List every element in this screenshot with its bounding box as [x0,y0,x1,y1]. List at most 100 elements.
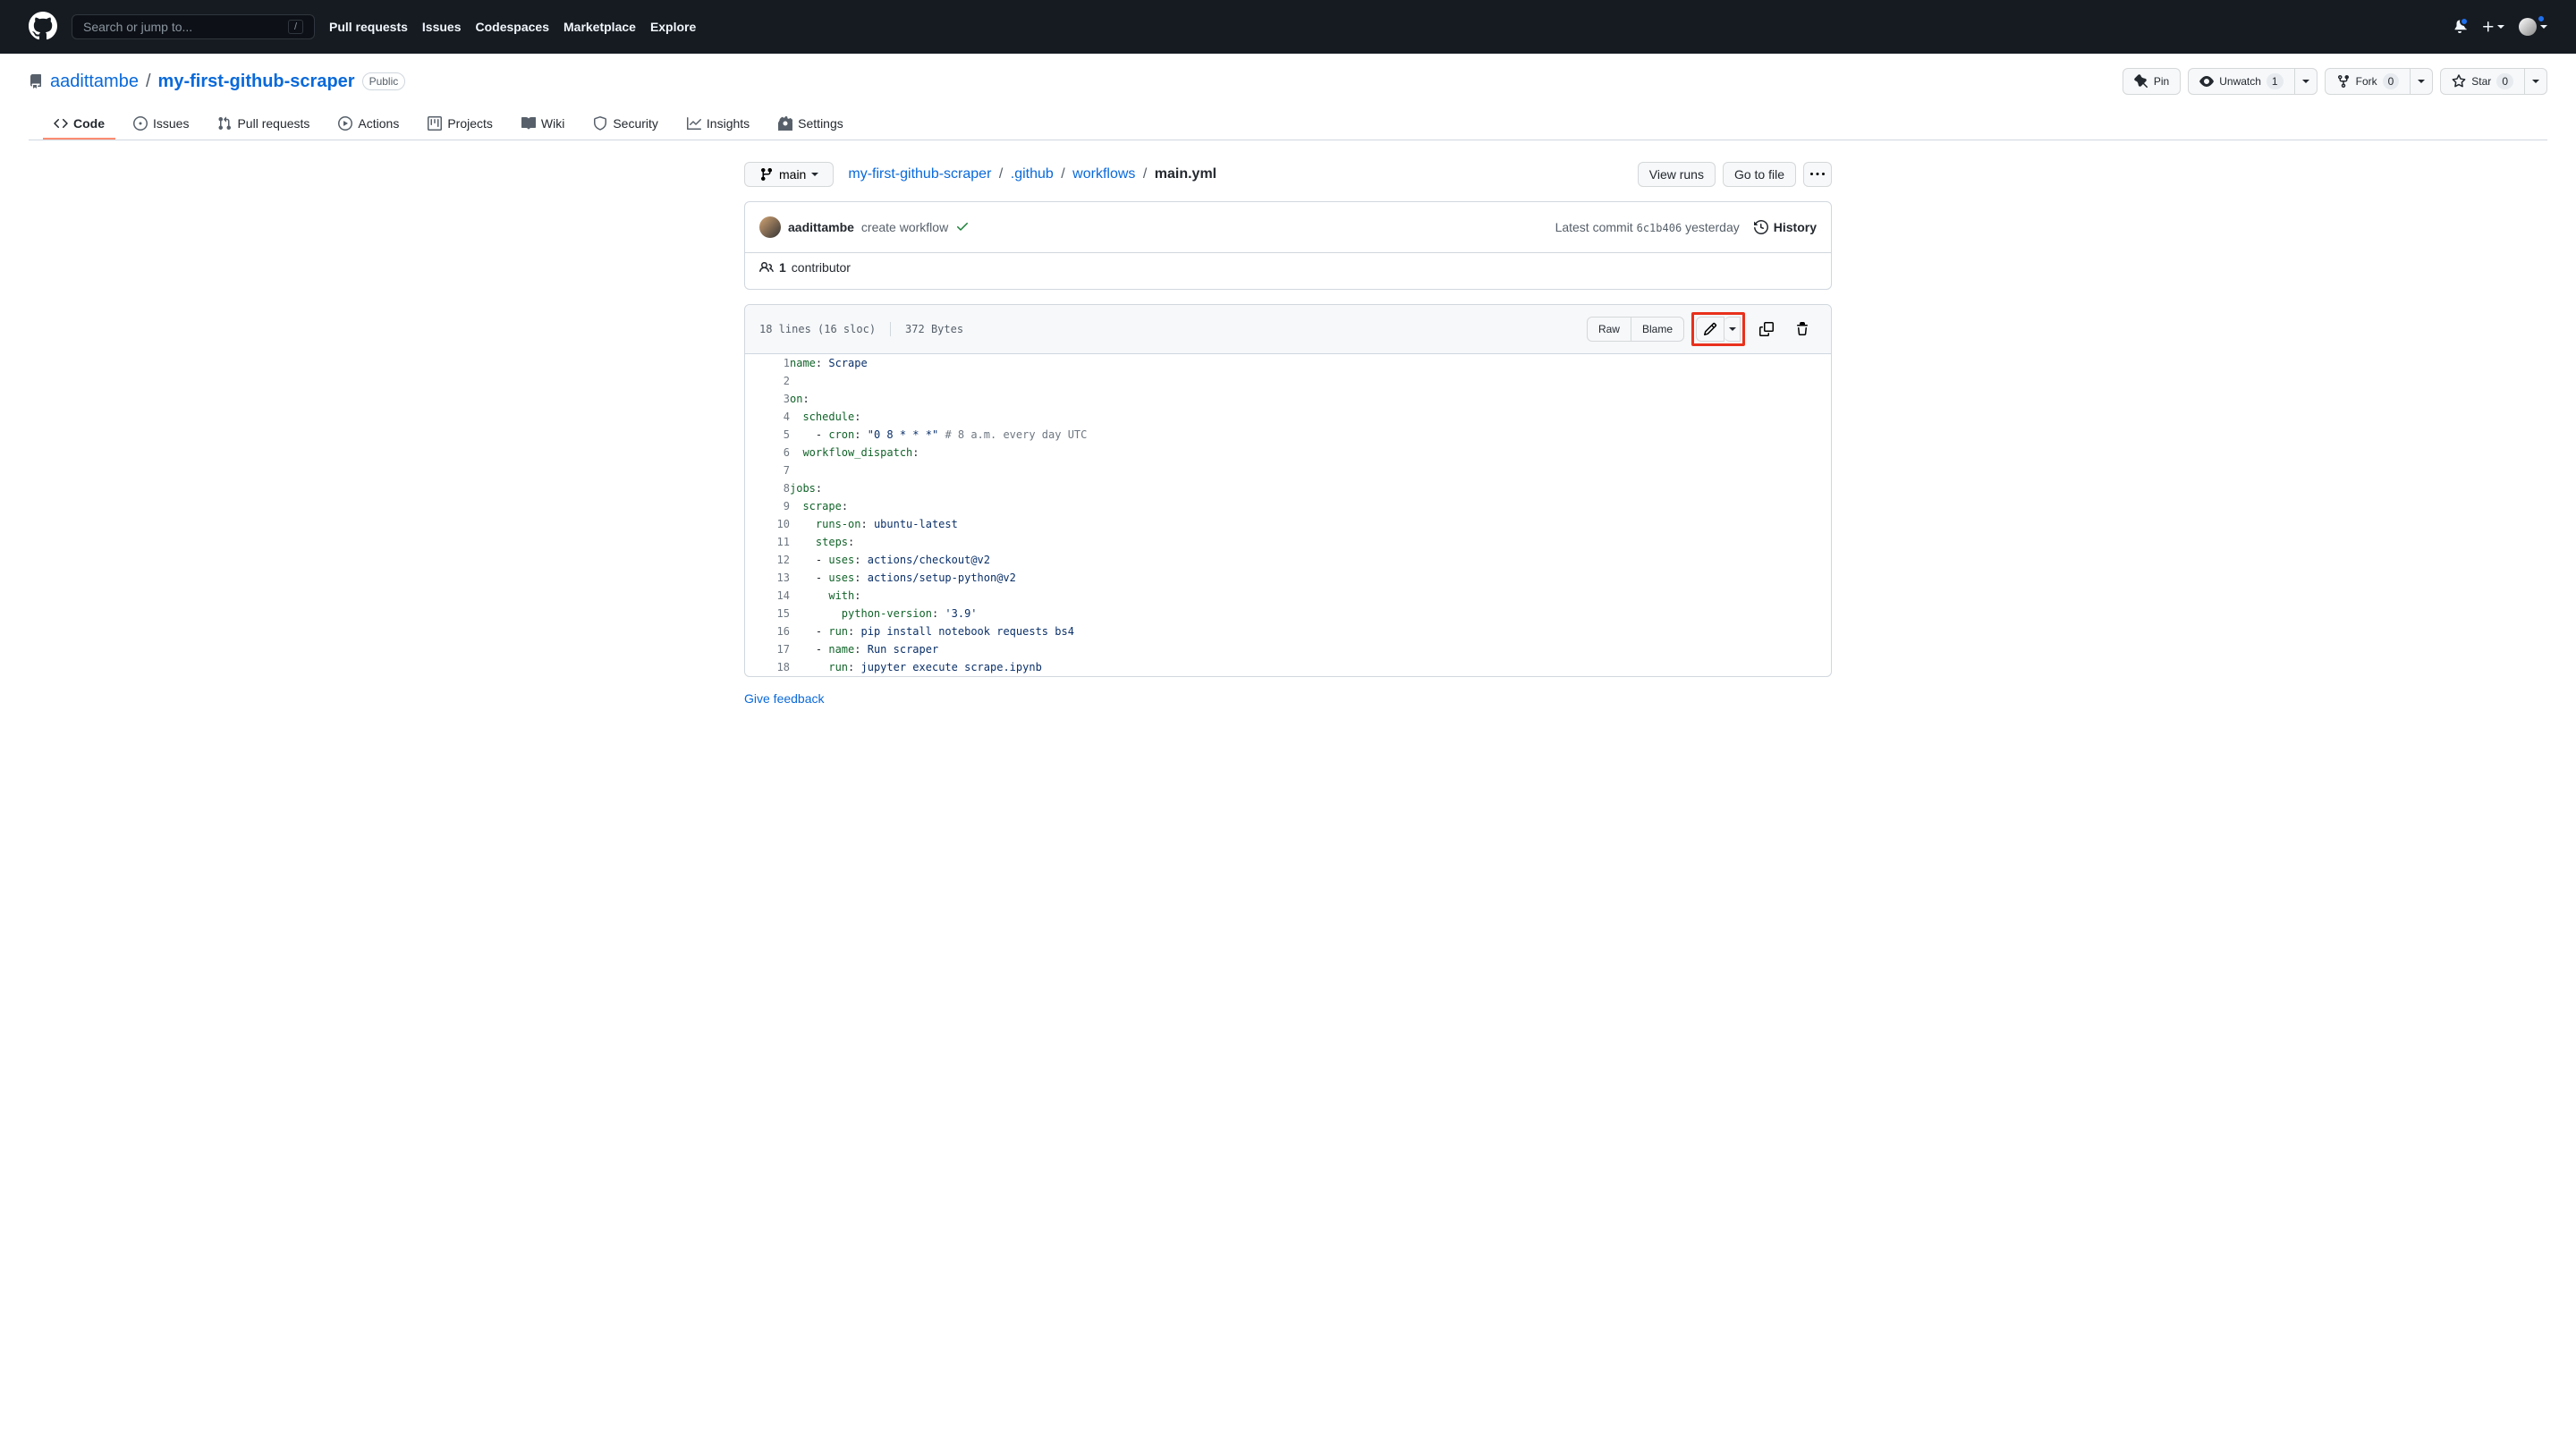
caret-down-icon [2497,25,2504,29]
watch-button-group: Unwatch 1 [2188,68,2317,95]
line-number[interactable]: 16 [745,622,790,640]
gear-icon [778,116,792,131]
tab-issues[interactable]: Issues [123,109,199,140]
nav-codespaces[interactable]: Codespaces [476,20,549,34]
fork-button[interactable]: Fork 0 [2325,68,2411,95]
eye-icon [2199,74,2214,89]
edit-file-button[interactable] [1696,317,1724,342]
shield-icon [593,116,607,131]
line-number[interactable]: 2 [745,372,790,390]
global-search-box[interactable]: / [72,14,315,39]
history-link[interactable]: History [1754,220,1817,234]
nav-explore[interactable]: Explore [650,20,696,34]
fork-icon [2336,74,2351,89]
repo-header: aadittambe / my-first-github-scraper Pub… [0,54,2576,140]
tab-projects-label: Projects [447,116,493,131]
tab-actions-label: Actions [358,116,399,131]
breadcrumb-github[interactable]: .github [1011,166,1054,182]
star-button[interactable]: Star 0 [2440,68,2525,95]
line-number[interactable]: 5 [745,426,790,444]
code-line: 12 - uses: actions/checkout@v2 [745,551,1831,569]
notifications-button[interactable] [2453,19,2467,36]
tab-security[interactable]: Security [582,109,669,140]
line-number[interactable]: 17 [745,640,790,658]
line-number[interactable]: 8 [745,479,790,497]
line-number[interactable]: 10 [745,515,790,533]
search-input[interactable] [83,20,288,34]
repo-nav-tabs: Code Issues Pull requests Actions Projec… [29,109,2547,140]
go-to-file-button[interactable]: Go to file [1723,162,1796,187]
tab-code-label: Code [73,116,105,131]
pin-button[interactable]: Pin [2123,68,2181,95]
user-menu[interactable] [2519,18,2547,36]
line-number[interactable]: 11 [745,533,790,551]
blame-button[interactable]: Blame [1631,317,1684,342]
line-number[interactable]: 14 [745,587,790,605]
commit-author-avatar[interactable] [759,216,781,238]
contributors-inner[interactable]: 1 contributor [759,260,1817,275]
line-number[interactable]: 6 [745,444,790,461]
delete-button[interactable] [1788,317,1817,342]
check-icon[interactable] [955,219,970,236]
more-options-button[interactable] [1803,162,1832,187]
contributor-label: contributor [792,260,851,275]
trash-icon [1795,322,1809,336]
view-runs-button[interactable]: View runs [1638,162,1716,187]
repo-name-link[interactable]: my-first-github-scraper [158,72,355,91]
file-lines: 18 lines (16 sloc) [759,323,876,335]
caret-down-icon [2540,25,2547,29]
edit-dropdown-button[interactable] [1724,317,1741,342]
nav-issues[interactable]: Issues [422,20,462,34]
global-nav: Pull requests Issues Codespaces Marketpl… [329,20,696,34]
tab-settings[interactable]: Settings [767,109,854,140]
nav-marketplace[interactable]: Marketplace [564,20,636,34]
slash-separator: / [999,166,1003,182]
file-actions: Raw Blame [1587,312,1817,346]
line-content: - name: Run scraper [790,640,1831,658]
line-number[interactable]: 7 [745,461,790,479]
search-slash-hint: / [288,20,303,34]
line-number[interactable]: 18 [745,658,790,676]
star-dropdown[interactable] [2525,68,2547,95]
line-number[interactable]: 13 [745,569,790,587]
code-line: 10 runs-on: ubuntu-latest [745,515,1831,533]
star-icon [2452,74,2466,89]
code-icon [54,116,68,131]
repo-owner-link[interactable]: aadittambe [50,72,139,92]
line-number[interactable]: 1 [745,354,790,372]
branch-select-button[interactable]: main [744,162,834,187]
tab-code[interactable]: Code [43,109,115,140]
code-line: 2 [745,372,1831,390]
copy-button[interactable] [1752,317,1781,342]
line-number[interactable]: 9 [745,497,790,515]
line-number[interactable]: 12 [745,551,790,569]
tab-pull-requests[interactable]: Pull requests [207,109,320,140]
unwatch-button[interactable]: Unwatch 1 [2188,68,2294,95]
nav-pull-requests[interactable]: Pull requests [329,20,408,34]
raw-button[interactable]: Raw [1587,317,1631,342]
commit-author-link[interactable]: aadittambe [788,220,854,234]
line-content: runs-on: ubuntu-latest [790,515,1831,533]
latest-commit-label: Latest commit 6c1b406 yesterday [1555,220,1740,234]
commit-time: yesterday [1685,220,1740,234]
tab-actions[interactable]: Actions [327,109,410,140]
issue-icon [133,116,148,131]
fork-dropdown[interactable] [2411,68,2433,95]
line-number[interactable]: 4 [745,408,790,426]
tab-insights[interactable]: Insights [676,109,760,140]
commit-message[interactable]: create workflow [861,220,948,234]
breadcrumb-workflows[interactable]: workflows [1072,166,1135,182]
repo-actions: Pin Unwatch 1 Fork 0 [2123,68,2547,95]
commit-sha-link[interactable]: 6c1b406 [1637,222,1682,234]
breadcrumb-root[interactable]: my-first-github-scraper [848,166,991,182]
give-feedback-link[interactable]: Give feedback [744,691,1832,706]
watch-dropdown[interactable] [2295,68,2318,95]
file-header: 18 lines (16 sloc) 372 Bytes Raw Blame [745,305,1831,354]
tab-projects[interactable]: Projects [417,109,504,140]
github-logo-icon[interactable] [29,12,57,43]
pull-request-icon [217,116,232,131]
line-number[interactable]: 15 [745,605,790,622]
tab-wiki[interactable]: Wiki [511,109,575,140]
create-new-menu[interactable] [2481,20,2504,34]
line-number[interactable]: 3 [745,390,790,408]
